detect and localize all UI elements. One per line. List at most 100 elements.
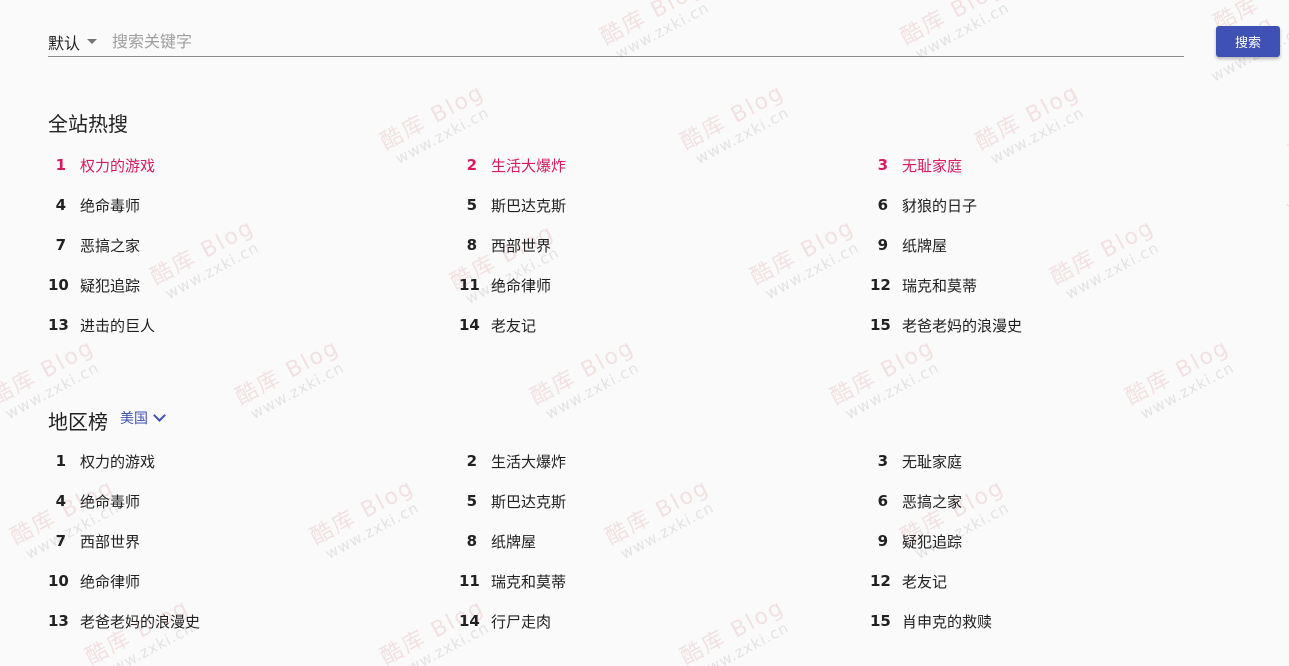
search-input[interactable] <box>104 27 1172 56</box>
region-select[interactable]: 美国 <box>120 408 166 428</box>
rank-number: 11 <box>459 572 480 590</box>
rank-item[interactable]: 3 无耻家庭 <box>870 441 1278 481</box>
rank-number: 4 <box>55 196 66 214</box>
rank-item[interactable]: 2 生活大爆炸 <box>459 441 870 481</box>
rank-number: 1 <box>55 452 66 470</box>
region-select-label: 美国 <box>120 411 148 427</box>
rank-number: 12 <box>870 276 891 294</box>
rank-item[interactable]: 9 疑犯追踪 <box>870 521 1278 561</box>
rank-title: 老友记 <box>491 316 537 335</box>
rank-title: 恶搞之家 <box>902 492 963 511</box>
rank-title: 瑞克和莫蒂 <box>902 276 978 295</box>
rank-item[interactable]: 8 西部世界 <box>459 225 870 265</box>
rank-item[interactable]: 1 权力的游戏 <box>48 441 459 481</box>
rank-item[interactable]: 4 绝命毒师 <box>48 481 459 521</box>
rank-number: 11 <box>459 276 480 294</box>
hot-rank-list: 1 权力的游戏 2 生活大爆炸 3 无耻家庭 4 绝命毒师 5 斯巴达克斯 6 豺狼的日子 7 恶搞之家 8… <box>48 145 1278 345</box>
rank-item[interactable]: 7 西部世界 <box>48 521 459 561</box>
rank-number: 3 <box>877 452 888 470</box>
rank-title: 纸牌屋 <box>491 532 537 551</box>
sort-select[interactable]: 默认 <box>48 26 104 57</box>
watermark-url: www.zxki.cn <box>1283 151 1289 216</box>
rank-number: 4 <box>55 492 66 510</box>
rank-item[interactable]: 10 绝命律师 <box>48 561 459 601</box>
page: 酷库 Blogwww.zxki.cn酷库 Blogwww.zxki.cn酷库 B… <box>0 0 1289 666</box>
rank-title: 西部世界 <box>491 236 552 255</box>
rank-item[interactable]: 13 进击的巨人 <box>48 305 459 345</box>
rank-item[interactable]: 9 纸牌屋 <box>870 225 1278 265</box>
rank-number: 15 <box>870 316 891 334</box>
search-bar: 默认 <box>48 26 1184 57</box>
rank-title: 斯巴达克斯 <box>491 492 567 511</box>
rank-item[interactable]: 14 老友记 <box>459 305 870 345</box>
search-button[interactable]: 搜索 <box>1216 26 1280 57</box>
rank-item[interactable]: 12 瑞克和莫蒂 <box>870 265 1278 305</box>
rank-item[interactable]: 15 老爸老妈的浪漫史 <box>870 305 1278 345</box>
rank-number: 15 <box>870 612 891 630</box>
sort-select-label: 默认 <box>48 33 81 53</box>
rank-title: 生活大爆炸 <box>491 156 567 175</box>
rank-item[interactable]: 10 疑犯追踪 <box>48 265 459 305</box>
rank-title: 生活大爆炸 <box>491 452 567 471</box>
rank-item[interactable]: 5 斯巴达克斯 <box>459 185 870 225</box>
rank-item[interactable]: 11 瑞克和莫蒂 <box>459 561 870 601</box>
rank-item[interactable]: 11 绝命律师 <box>459 265 870 305</box>
rank-number: 12 <box>870 572 891 590</box>
rank-title: 疑犯追踪 <box>80 276 141 295</box>
watermark: 酷库 Blogwww.zxki.cn <box>826 334 946 425</box>
rank-item[interactable]: 14 行尸走肉 <box>459 601 870 641</box>
rank-title: 无耻家庭 <box>902 452 963 471</box>
watermark-brand: 酷库 Blog <box>1121 334 1234 411</box>
caret-down-icon <box>87 39 98 44</box>
rank-item[interactable]: 4 绝命毒师 <box>48 185 459 225</box>
rank-number: 5 <box>466 196 477 214</box>
rank-number: 6 <box>877 196 888 214</box>
rank-item[interactable]: 7 恶搞之家 <box>48 225 459 265</box>
rank-item[interactable]: 15 肖申克的救赎 <box>870 601 1278 641</box>
rank-number: 9 <box>877 532 888 550</box>
rank-title: 绝命毒师 <box>80 492 141 511</box>
rank-number: 2 <box>466 452 477 470</box>
hot-section-title: 全站热搜 <box>48 112 128 136</box>
rank-number: 2 <box>466 156 477 174</box>
rank-number: 8 <box>466 532 477 550</box>
watermark-url: www.zxki.cn <box>1137 358 1238 424</box>
rank-title: 绝命毒师 <box>80 196 141 215</box>
rank-number: 7 <box>55 532 66 550</box>
rank-number: 13 <box>48 316 69 334</box>
rank-item[interactable]: 3 无耻家庭 <box>870 145 1278 185</box>
watermark: 酷库 Blogwww.zxki.cn <box>1121 334 1241 425</box>
rank-item[interactable]: 13 老爸老妈的浪漫史 <box>48 601 459 641</box>
watermark-url: www.zxki.cn <box>842 358 943 424</box>
rank-item[interactable]: 1 权力的游戏 <box>48 145 459 185</box>
rank-item[interactable]: 5 斯巴达克斯 <box>459 481 870 521</box>
rank-number: 10 <box>48 276 69 294</box>
rank-title: 绝命律师 <box>80 572 141 591</box>
watermark-url: www.zxki.cn <box>542 358 643 424</box>
watermark-url: www.zxki.cn <box>247 358 348 424</box>
rank-title: 老爸老妈的浪漫史 <box>902 316 1023 335</box>
rank-title: 西部世界 <box>80 532 141 551</box>
rank-title: 老友记 <box>902 572 948 591</box>
rank-number: 14 <box>459 612 480 630</box>
rank-number: 8 <box>466 236 477 254</box>
rank-title: 疑犯追踪 <box>902 532 963 551</box>
rank-title: 权力的游戏 <box>80 156 156 175</box>
rank-title: 豺狼的日子 <box>902 196 978 215</box>
rank-item[interactable]: 12 老友记 <box>870 561 1278 601</box>
rank-title: 进击的巨人 <box>80 316 156 335</box>
rank-item[interactable]: 2 生活大爆炸 <box>459 145 870 185</box>
rank-number: 13 <box>48 612 69 630</box>
rank-title: 肖申克的救赎 <box>902 612 993 631</box>
rank-title: 纸牌屋 <box>902 236 948 255</box>
rank-title: 行尸走肉 <box>491 612 552 631</box>
watermark-brand: 酷库 Blog <box>0 334 99 411</box>
watermark-brand: 酷库 Blog <box>826 334 939 411</box>
rank-item[interactable]: 6 豺狼的日子 <box>870 185 1278 225</box>
rank-item[interactable]: 6 恶搞之家 <box>870 481 1278 521</box>
rank-title: 恶搞之家 <box>80 236 141 255</box>
watermark: 酷库 Blogwww.zxki.cn <box>232 335 351 425</box>
watermark: 酷库 Blogwww.zxki.cn <box>527 335 646 425</box>
rank-title: 绝命律师 <box>491 276 552 295</box>
rank-item[interactable]: 8 纸牌屋 <box>459 521 870 561</box>
